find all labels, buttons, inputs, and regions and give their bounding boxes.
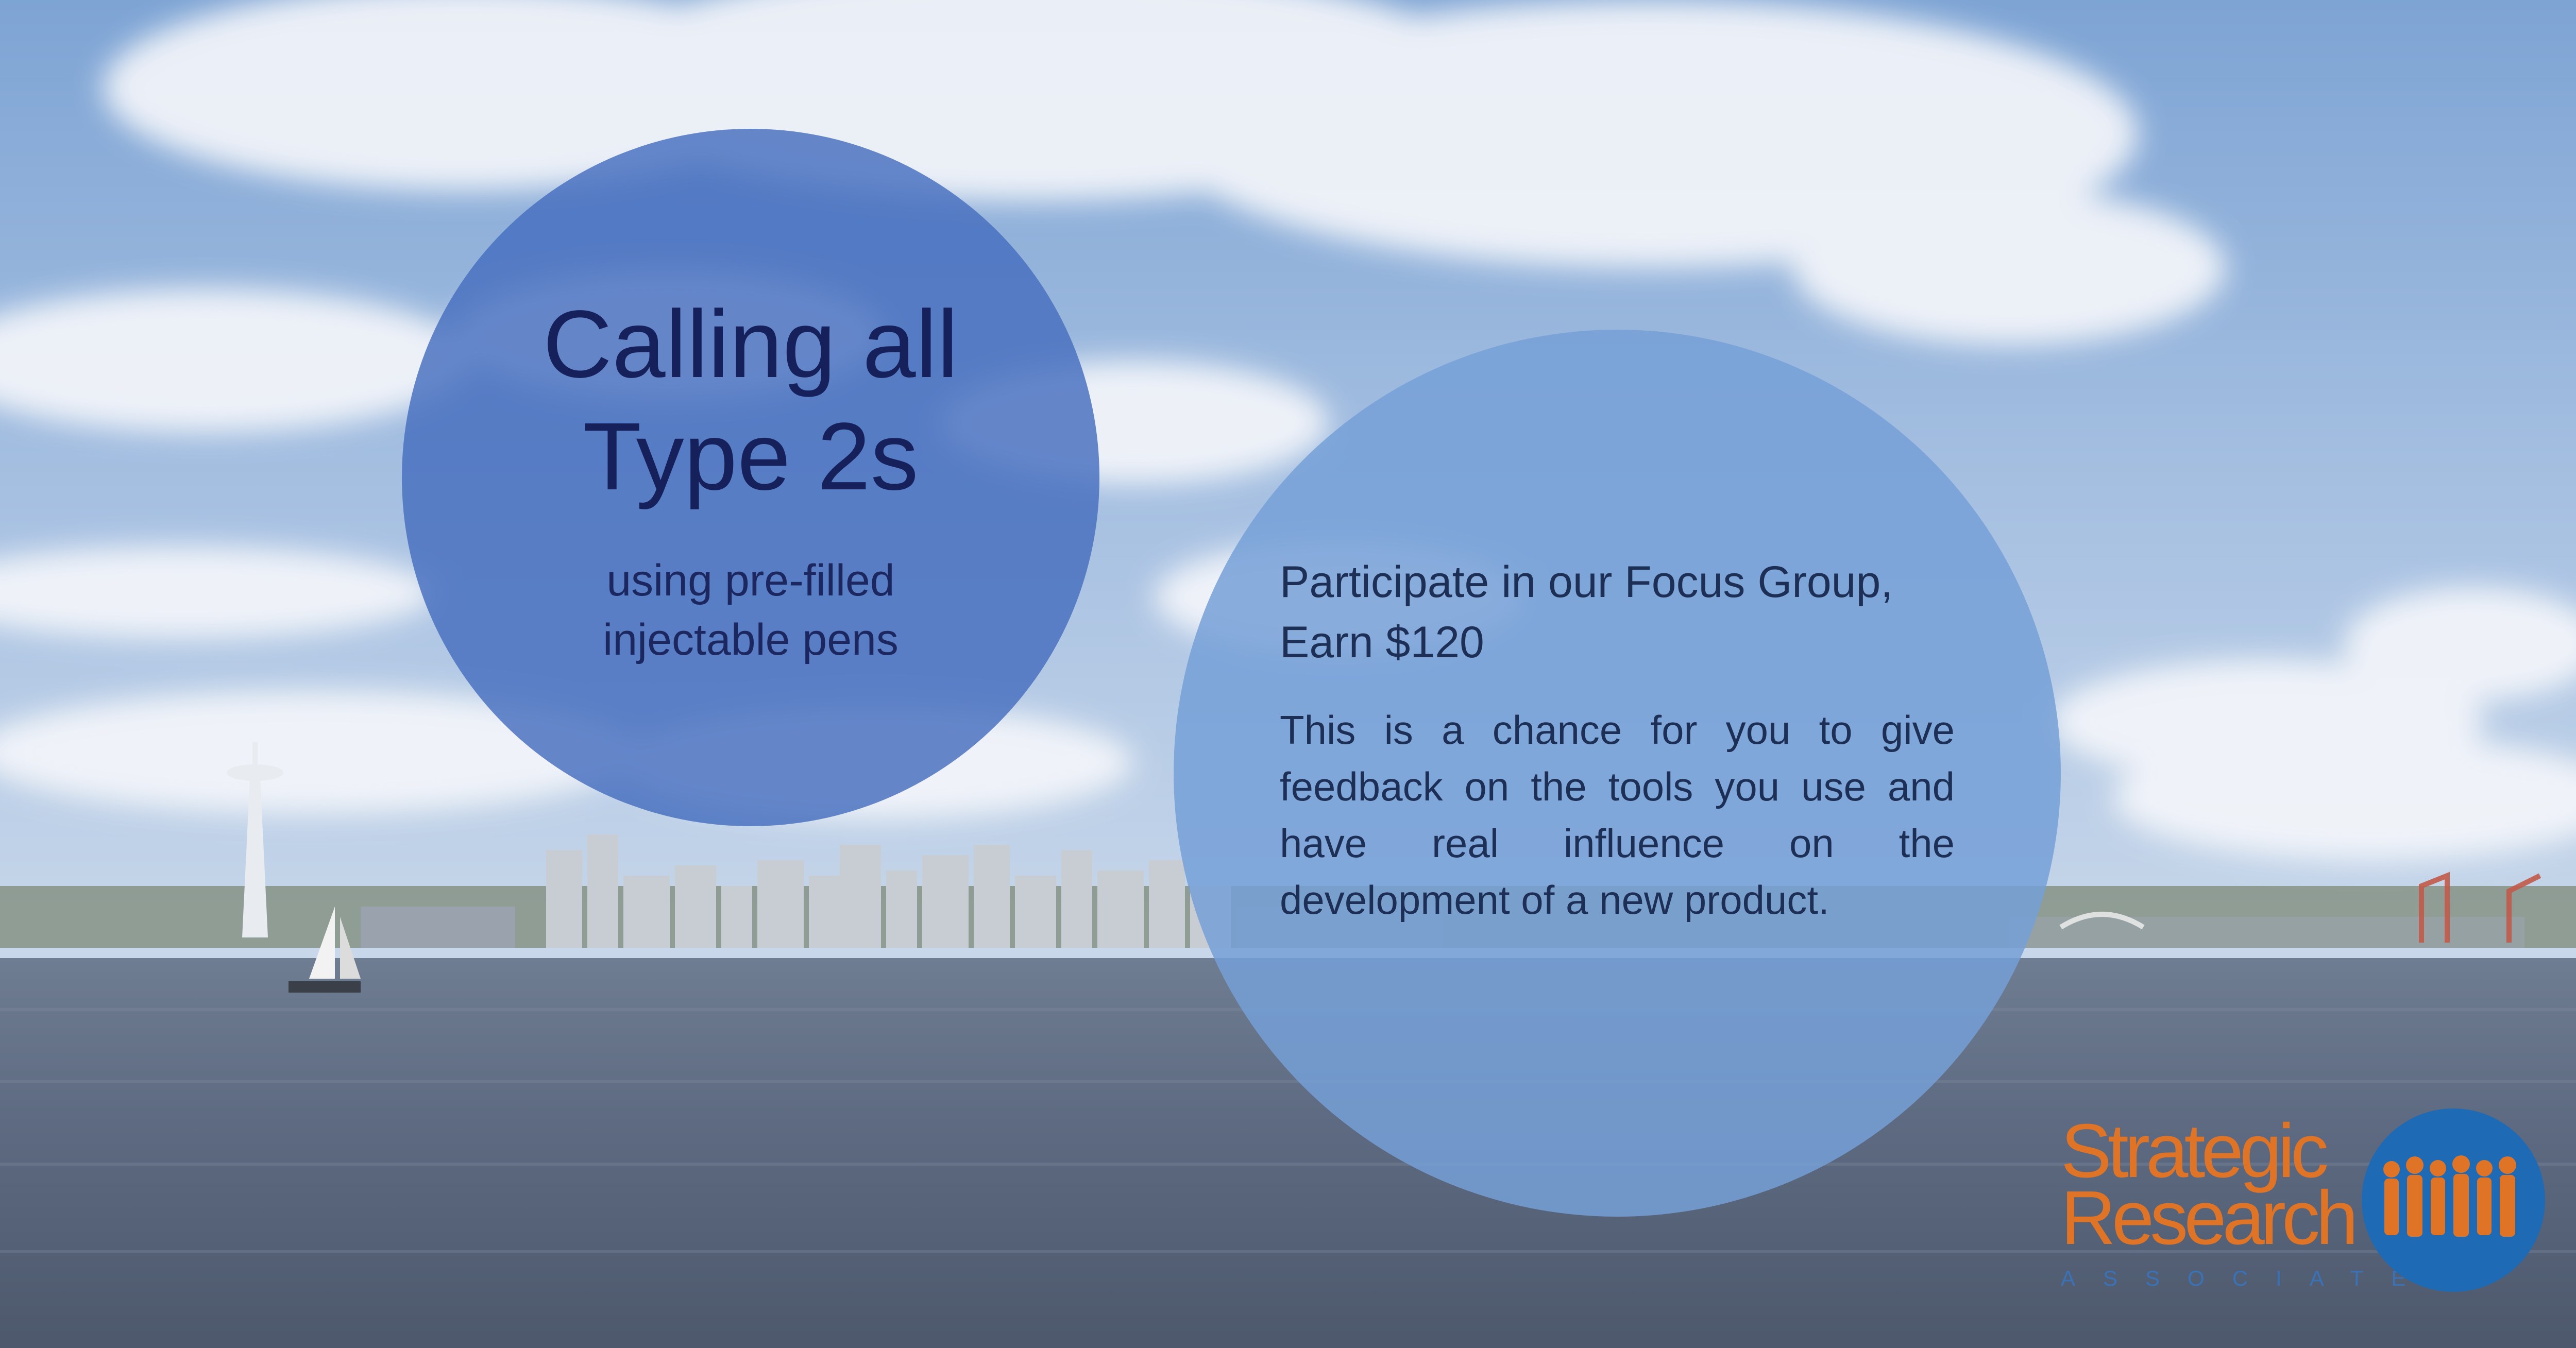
offer-title: Participate in our Focus Group, Earn $12… [1280,552,1955,673]
logo-word-research: Research [2061,1175,2358,1260]
offer-title-line1: Participate in our Focus Group, [1280,557,1893,607]
people-silhouette-icon [2362,1108,2545,1292]
subhead: using pre-filled injectable pens [402,551,1099,670]
headline-line1: Calling all [543,291,959,398]
subhead-line2: injectable pens [603,615,899,664]
offer-body: This is a chance for you to give feedbac… [1280,707,1955,923]
offer-title-line2: Earn $120 [1280,618,1484,667]
headline-line2: Type 2s [583,403,919,510]
subhead-line1: using pre-filled [606,556,895,605]
headline: Calling all Type 2s [402,288,1099,513]
company-logo: Strategic Research ASSOCIATES [2056,1102,2550,1298]
